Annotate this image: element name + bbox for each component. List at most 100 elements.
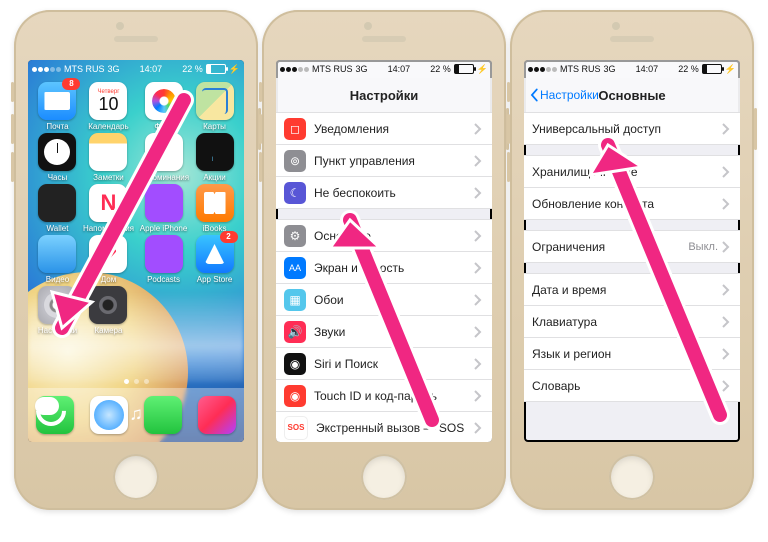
page-title: Основные: [598, 88, 665, 103]
battery-icon: [702, 64, 722, 74]
app-settings[interactable]: Настройки: [36, 286, 79, 335]
notifications-icon: ◻: [284, 118, 306, 140]
sound-icon: 🔊: [284, 321, 306, 343]
app-clock[interactable]: Часы: [36, 133, 79, 182]
app-appstore[interactable]: 2App Store: [193, 235, 236, 284]
chevron-right-icon: [474, 230, 482, 242]
charging-icon: ⚡: [725, 64, 736, 75]
charging-icon: ⚡: [477, 64, 488, 75]
screen-home: MTS RUS3G 14:07 22 % ⚡ 8Почта Четверг10Ка…: [28, 60, 244, 442]
display-icon: AA: [284, 257, 306, 279]
back-button[interactable]: Настройки: [528, 88, 599, 102]
dock: [28, 388, 244, 442]
app-notes[interactable]: Заметки: [83, 133, 134, 182]
chevron-right-icon: [722, 198, 730, 210]
app-news[interactable]: NНапоминания: [83, 184, 134, 233]
app-grid: 8Почта Четверг10Календарь Фото Карты Час…: [28, 82, 244, 335]
row-sos[interactable]: SOSЭкстренный вызов — SOS: [276, 411, 492, 442]
app-ibooks[interactable]: iBooks: [193, 184, 236, 233]
chevron-right-icon: [474, 294, 482, 306]
app-photos[interactable]: Фото: [138, 82, 189, 131]
chevron-right-icon: [474, 123, 482, 135]
restrictions-value: Выкл.: [688, 241, 718, 253]
control-center-icon: ⊚: [284, 150, 306, 172]
dock-music[interactable]: [198, 396, 236, 434]
app-mail[interactable]: 8Почта: [36, 82, 79, 131]
screen-settings-general: MTS RUS3G 14:07 22 %⚡ Настройки Основные…: [524, 60, 740, 442]
general-list[interactable]: Универсальный доступ Хранилище iPhone Об…: [524, 112, 740, 442]
row-touchid[interactable]: ◉Touch ID и код-пароль: [276, 379, 492, 411]
app-tips[interactable]: Apple iPhone: [138, 184, 189, 233]
battery-icon: [454, 64, 474, 74]
status-bar: MTS RUS3G 14:07 22 %⚡: [524, 60, 740, 78]
row-accessibility[interactable]: Универсальный доступ: [524, 113, 740, 144]
settings-list[interactable]: ◻Уведомления ⊚Пункт управления ☾Не беспо…: [276, 112, 492, 442]
badge-mail: 8: [62, 78, 80, 90]
gear-icon: ⚙: [284, 225, 306, 247]
app-calendar[interactable]: Четверг10Календарь: [83, 82, 134, 131]
app-health[interactable]: Дом: [83, 235, 134, 284]
app-maps[interactable]: Карты: [193, 82, 236, 131]
app-podcasts[interactable]: Podcasts: [138, 235, 189, 284]
row-language-region[interactable]: Язык и регион: [524, 337, 740, 369]
clock-label: 14:07: [636, 64, 659, 74]
row-keyboard[interactable]: Клавиатура: [524, 305, 740, 337]
home-button[interactable]: [113, 454, 159, 500]
battery-icon: [206, 64, 226, 74]
home-button[interactable]: [361, 454, 407, 500]
row-notifications[interactable]: ◻Уведомления: [276, 113, 492, 144]
row-background-refresh[interactable]: Обновление контента: [524, 187, 740, 219]
chevron-right-icon: [474, 326, 482, 338]
wallpaper-icon: ▦: [284, 289, 306, 311]
status-bar: MTS RUS3G 14:07 22 % ⚡: [28, 60, 244, 78]
clock-label: 14:07: [140, 64, 163, 74]
app-wallet[interactable]: Wallet: [36, 184, 79, 233]
chevron-right-icon: [722, 123, 730, 135]
chevron-right-icon: [722, 348, 730, 360]
battery-pct: 22 %: [182, 64, 203, 74]
home-button[interactable]: [609, 454, 655, 500]
chevron-right-icon: [722, 316, 730, 328]
row-general[interactable]: ⚙Основные: [276, 220, 492, 251]
carrier-label: MTS RUS: [64, 64, 105, 74]
dock-messages[interactable]: [144, 396, 182, 434]
charging-icon: ⚡: [229, 64, 240, 75]
row-dictionary[interactable]: Словарь: [524, 369, 740, 401]
network-label: 3G: [108, 64, 120, 74]
app-stocks[interactable]: Акции: [193, 133, 236, 182]
page-indicator[interactable]: [28, 379, 244, 384]
signal-icon: [528, 67, 557, 72]
iphone-frame-settings-general: MTS RUS3G 14:07 22 %⚡ Настройки Основные…: [510, 10, 754, 510]
chevron-right-icon: [474, 262, 482, 274]
row-iphone-storage[interactable]: Хранилище iPhone: [524, 156, 740, 187]
app-video[interactable]: Видео: [36, 235, 79, 284]
row-do-not-disturb[interactable]: ☾Не беспокоить: [276, 176, 492, 208]
row-siri[interactable]: ◉Siri и Поиск: [276, 347, 492, 379]
row-control-center[interactable]: ⊚Пункт управления: [276, 144, 492, 176]
chevron-left-icon: [528, 88, 540, 102]
iphone-frame-settings-root: MTS RUS3G 14:07 22 %⚡ Настройки ◻Уведомл…: [262, 10, 506, 510]
dock-safari[interactable]: [90, 396, 128, 434]
fingerprint-icon: ◉: [284, 385, 306, 407]
chevron-right-icon: [474, 187, 482, 199]
sos-icon: SOS: [284, 416, 308, 440]
chevron-right-icon: [474, 155, 482, 167]
status-bar: MTS RUS3G 14:07 22 %⚡: [276, 60, 492, 78]
row-sounds[interactable]: 🔊Звуки: [276, 315, 492, 347]
siri-icon: ◉: [284, 353, 306, 375]
chevron-right-icon: [722, 284, 730, 296]
app-camera[interactable]: Камера: [83, 286, 134, 335]
chevron-right-icon: [722, 166, 730, 178]
row-wallpaper[interactable]: ▦Обои: [276, 283, 492, 315]
chevron-right-icon: [474, 358, 482, 370]
row-display[interactable]: AAЭкран и яркость: [276, 251, 492, 283]
navbar: Настройки: [276, 78, 492, 113]
signal-icon: [280, 67, 309, 72]
chevron-right-icon: [722, 241, 730, 253]
row-date-time[interactable]: Дата и время: [524, 274, 740, 305]
app-reminders[interactable]: Напоминания: [138, 133, 189, 182]
screen-settings-root: MTS RUS3G 14:07 22 %⚡ Настройки ◻Уведомл…: [276, 60, 492, 442]
signal-icon: [32, 67, 61, 72]
moon-icon: ☾: [284, 182, 306, 204]
row-restrictions[interactable]: ОграниченияВыкл.: [524, 231, 740, 262]
